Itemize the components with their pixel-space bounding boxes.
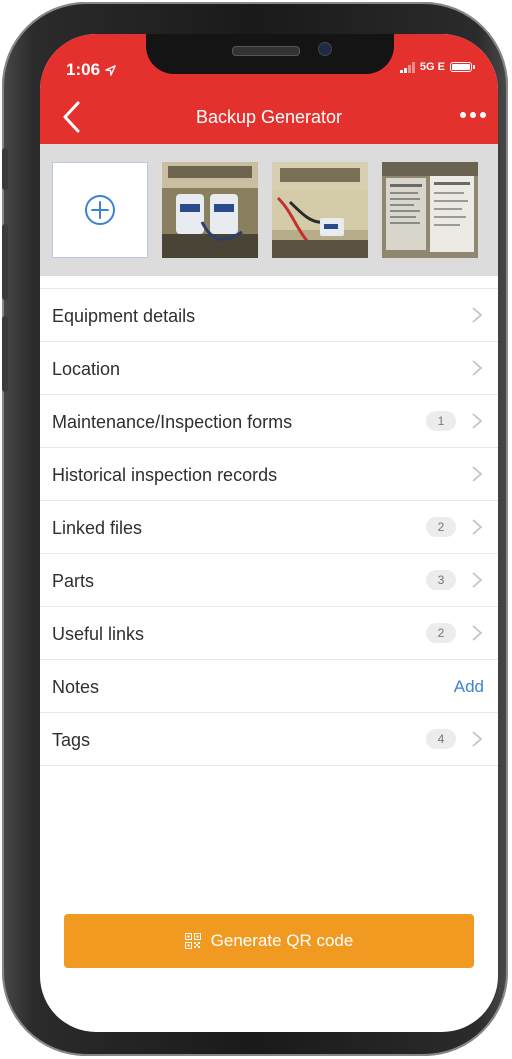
row-label: Tags <box>52 730 91 750</box>
photo-gallery <box>40 144 498 276</box>
row-label: Parts <box>52 571 95 591</box>
photo-thumbnail[interactable] <box>162 162 258 258</box>
row-equipment-details[interactable]: Equipment details <box>40 289 498 342</box>
volume-up-button <box>2 224 8 300</box>
dot <box>470 112 476 118</box>
row-notes: Notes Add <box>40 660 498 713</box>
chevron-right-icon <box>472 307 483 323</box>
dot <box>480 112 486 118</box>
screen: 1:06 5G E Backup Generator Equipment det… <box>40 34 498 1032</box>
add-photo-button[interactable] <box>52 162 148 258</box>
row-label: Maintenance/Inspection forms <box>52 412 293 432</box>
count-badge: 4 <box>426 729 456 749</box>
chevron-right-icon <box>472 731 483 747</box>
row-useful-links[interactable]: Useful links 2 <box>40 607 498 660</box>
more-button[interactable] <box>460 112 486 118</box>
notch <box>146 34 394 74</box>
chevron-right-icon <box>472 413 483 429</box>
row-linked-files[interactable]: Linked files 2 <box>40 501 498 554</box>
row-label: Useful links <box>52 624 145 644</box>
plus-circle-icon <box>85 195 115 225</box>
row-parts[interactable]: Parts 3 <box>40 554 498 607</box>
row-maintenance-inspection-forms[interactable]: Maintenance/Inspection forms 1 <box>40 395 498 448</box>
network-label: 5G E <box>419 61 445 73</box>
volume-down-button <box>2 316 8 392</box>
chevron-right-icon <box>472 360 483 376</box>
row-label: Linked files <box>52 518 143 538</box>
signal-icon <box>399 61 415 73</box>
photo-thumbnail[interactable] <box>272 162 368 258</box>
count-badge: 3 <box>426 570 456 590</box>
generate-qr-label: Generate QR code <box>210 931 354 950</box>
battery-icon <box>450 62 475 72</box>
row-label: Notes <box>52 677 100 697</box>
row-tags[interactable]: Tags 4 <box>40 713 498 766</box>
speaker <box>232 46 300 56</box>
chevron-right-icon <box>472 572 483 588</box>
generator-filters-photo <box>162 162 258 258</box>
count-badge: 2 <box>426 623 456 643</box>
phone-frame: 1:06 5G E Backup Generator Equipment det… <box>2 2 508 1056</box>
qr-code-icon <box>184 933 201 949</box>
location-arrow-icon <box>104 65 116 76</box>
row-label: Location <box>52 359 121 379</box>
row-location[interactable]: Location <box>40 342 498 395</box>
mute-switch <box>2 148 8 190</box>
row-historical-inspection-records[interactable]: Historical inspection records <box>40 448 498 501</box>
count-badge: 1 <box>426 411 456 431</box>
row-label: Historical inspection records <box>52 465 278 485</box>
detail-list: Equipment details Location Maintenance/I… <box>40 288 498 766</box>
generator-label-photo <box>382 162 478 258</box>
chevron-right-icon <box>472 466 483 482</box>
camera <box>318 42 332 56</box>
page-title: Backup Generator <box>195 107 343 127</box>
header: 1:06 5G E Backup Generator <box>40 34 498 144</box>
count-badge: 2 <box>426 517 456 537</box>
chevron-right-icon <box>472 625 483 641</box>
add-notes-link[interactable]: Add <box>454 677 484 697</box>
generator-engine-photo <box>272 162 368 258</box>
status-right: 5G E <box>399 61 475 73</box>
status-time: 1:06 <box>66 60 116 80</box>
photo-thumbnail[interactable] <box>382 162 478 258</box>
chevron-right-icon <box>472 519 483 535</box>
dot <box>460 112 466 118</box>
row-label: Equipment details <box>52 306 196 326</box>
generate-qr-button[interactable]: Generate QR code <box>64 914 474 968</box>
